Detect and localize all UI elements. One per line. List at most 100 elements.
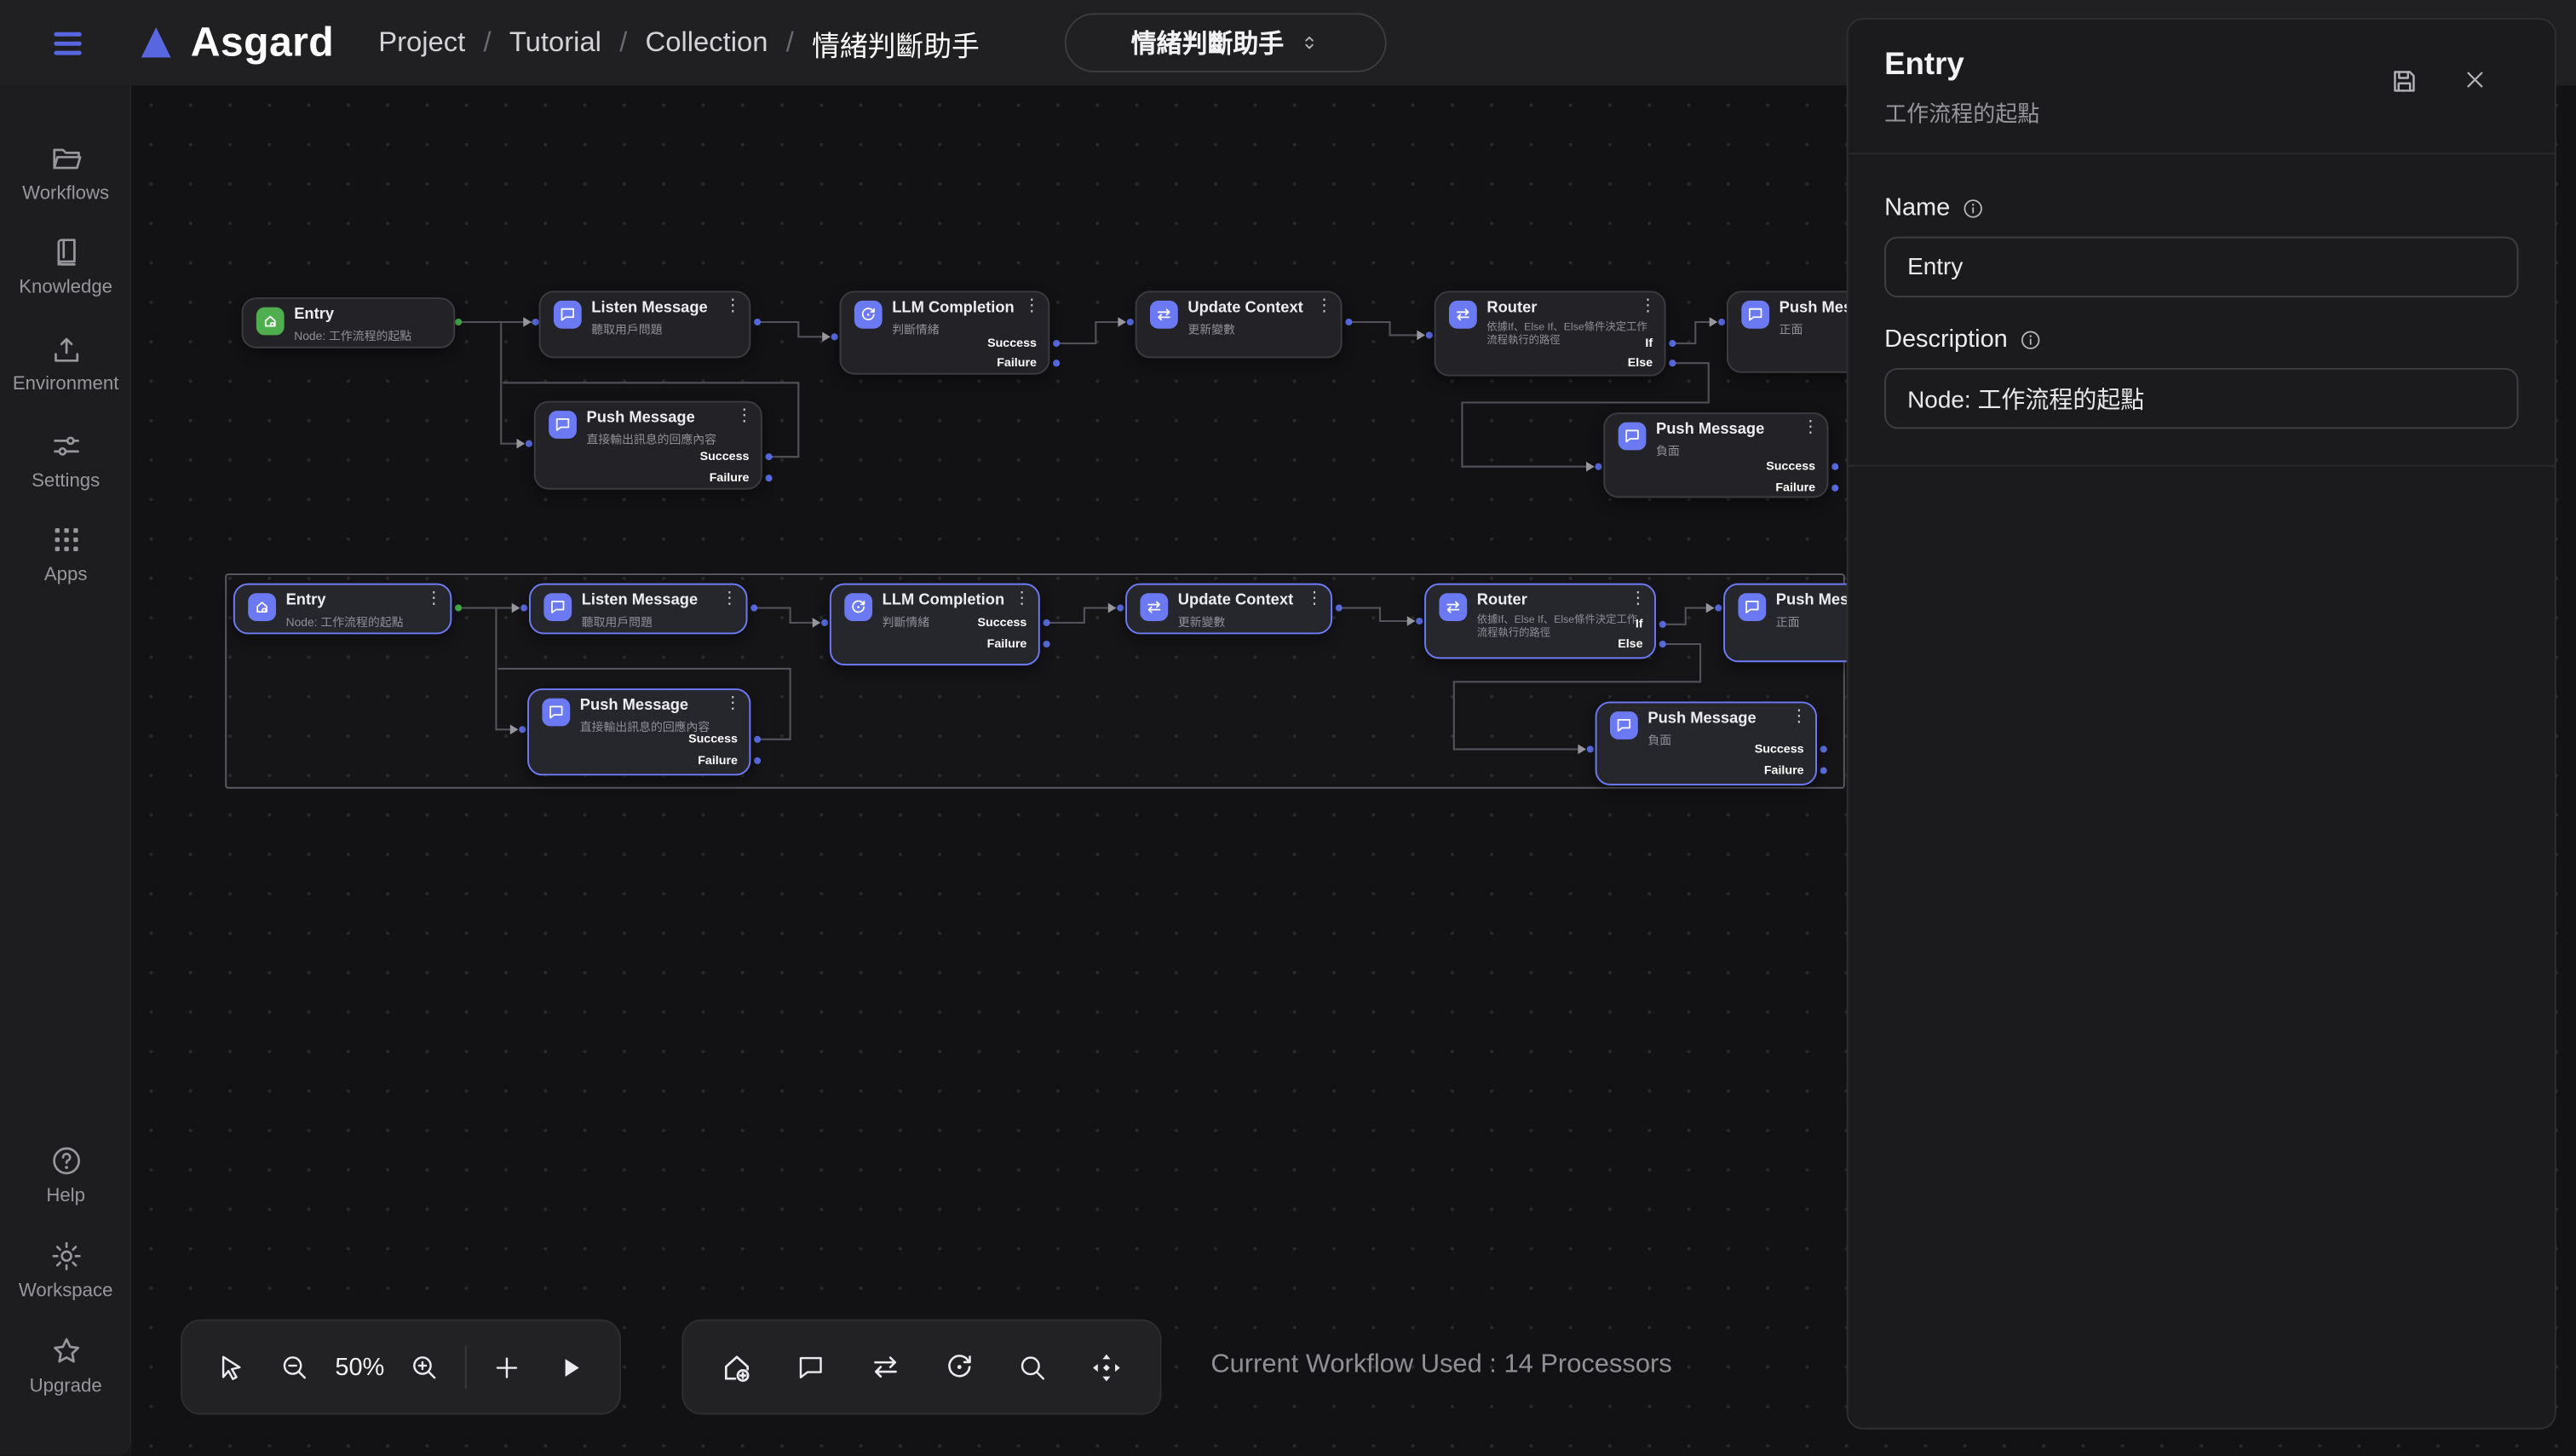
node-menu-icon[interactable]: ⋮ [1791,708,1807,726]
node-menu-icon[interactable]: ⋮ [1306,590,1322,607]
breadcrumb: Project/Tutorial/Collection/情緒判斷助手 [378,22,980,63]
workflow-node-llm-completion-b[interactable]: LLM Completion判斷情緒⋮SuccessFailure [830,584,1040,665]
add-button[interactable] [482,1339,532,1396]
zoom-in-button[interactable] [400,1339,450,1396]
menu-icon[interactable] [49,24,87,61]
move-icon[interactable] [1082,1339,1131,1396]
swap-node-icon [1439,593,1467,621]
logo-triangle-icon[interactable] [136,23,175,62]
node-subtitle: 聽取用戶問題 [582,613,653,630]
node-menu-icon[interactable]: ⋮ [1316,297,1332,315]
node-menu-icon[interactable]: ⋮ [724,297,740,315]
node-menu-icon[interactable]: ⋮ [1640,297,1656,315]
node-subtitle: 更新變數 [1187,321,1234,337]
workflow-node-entry-a[interactable]: EntryNode: 工作流程的起點 [241,297,455,348]
workflow-node-listen-message-a[interactable]: Listen Message聽取用戶問題⋮ [539,291,751,358]
workflow-node-router-b[interactable]: Router依據If、Else If、Else條件決定工作流程執行的路徑⋮IfE… [1424,584,1656,659]
book-icon [0,235,131,269]
node-subtitle: 負面 [1647,732,1671,748]
sidebar-item-settings[interactable]: Settings [0,429,131,491]
node-title: LLM Completion [892,299,1014,317]
node-menu-icon[interactable]: ⋮ [724,695,740,713]
workflow-node-router-a[interactable]: Router依據If、Else If、Else條件決定工作流程執行的路徑⋮IfE… [1435,291,1666,376]
node-menu-icon[interactable]: ⋮ [1023,297,1039,315]
port-label-if: If [1636,616,1643,630]
name-field-label: Name [1884,194,2518,222]
node-title: Entry [286,591,326,609]
close-icon[interactable] [2461,66,2489,94]
node-subtitle: 聽取用戶問題 [591,321,662,337]
workflow-selector[interactable]: 情緒判斷助手 [1065,13,1387,72]
sidebar-item-label: Workspace [0,1281,131,1301]
port-label-failure: Failure [698,752,738,767]
sidebar-item-upgrade[interactable]: Upgrade [0,1334,131,1396]
workflow-node-push-message-b1[interactable]: Push Message直接輸出訊息的回應內容⋮SuccessFailure [527,688,750,775]
selector-updown-icon [1297,32,1320,55]
save-icon[interactable] [2389,66,2420,97]
bubble-node-icon [1619,423,1647,451]
port-label-failure: Failure [1775,480,1815,494]
llm-cycle-icon[interactable] [934,1339,983,1396]
sliders-icon [0,429,131,463]
node-menu-icon[interactable]: ⋮ [425,590,441,607]
description-input[interactable] [1884,368,2518,429]
node-subtitle: 判斷情緒 [883,613,929,630]
breadcrumb-separator: / [786,26,794,60]
sidebar-item-workspace[interactable]: Workspace [0,1239,131,1301]
sidebar-item-label: Settings [0,471,131,491]
house-node-icon [256,308,285,336]
description-field-label: Description [1884,325,2518,354]
info-icon[interactable] [1962,196,1985,219]
cursor-tool-button[interactable] [205,1339,255,1396]
sidebar-item-workflows[interactable]: Workflows [0,141,131,204]
node-subtitle: Node: 工作流程的起點 [286,613,404,630]
breadcrumb-item[interactable]: Collection [646,26,768,60]
workflow-node-llm-completion-a[interactable]: LLM Completion判斷情緒⋮SuccessFailure [839,291,1049,374]
run-workflow-button[interactable] [547,1339,596,1396]
workflow-node-push-message-a3[interactable]: Push Message負面⋮SuccessFailure [1603,412,1828,498]
workflow-node-update-context-b[interactable]: Update Context更新變數⋮ [1125,584,1332,635]
port-label-else: Else [1618,636,1642,650]
sidebar: Workflows Knowledge Environment Settings… [0,85,131,1455]
sidebar-item-knowledge[interactable]: Knowledge [0,235,131,297]
node-tools-toolbar [681,1320,1161,1415]
sidebar-item-apps[interactable]: Apps [0,522,131,584]
canvas-controls-toolbar: 50% [181,1320,621,1415]
workflow-node-push-message-a1[interactable]: Push Message直接輸出訊息的回應內容⋮SuccessFailure [534,401,762,490]
node-menu-icon[interactable]: ⋮ [722,590,738,607]
breadcrumb-item[interactable]: Tutorial [509,26,601,60]
node-menu-icon[interactable]: ⋮ [1630,590,1646,607]
home-add-icon[interactable] [712,1339,762,1396]
workflow-node-push-message-b3[interactable]: Push Message負面⋮SuccessFailure [1596,701,1817,785]
node-menu-icon[interactable]: ⋮ [1803,419,1819,437]
workflow-node-listen-message-b[interactable]: Listen Message聽取用戶問題⋮ [529,584,747,635]
upload-icon [0,332,131,366]
node-menu-icon[interactable]: ⋮ [1014,590,1030,607]
workflow-node-entry-b[interactable]: Entry Node: 工作流程的起點 ⋮ [233,584,451,635]
port-label-failure: Failure [997,355,1037,370]
toolbar-divider [465,1345,467,1388]
folder-icon [0,141,131,176]
sidebar-item-help[interactable]: Help [0,1143,131,1206]
node-title: Push Message [1647,710,1756,728]
zoom-out-button[interactable] [270,1339,319,1396]
port-label-success: Success [1766,458,1815,473]
sidebar-item-environment[interactable]: Environment [0,332,131,394]
name-input[interactable] [1884,237,2518,297]
port-label-failure: Failure [1764,763,1804,777]
node-menu-icon[interactable]: ⋮ [736,407,752,425]
breadcrumb-item[interactable]: Project [378,26,465,60]
info-icon[interactable] [2019,328,2042,351]
swap-arrows-icon[interactable] [860,1339,910,1396]
search-icon[interactable] [1008,1339,1057,1396]
sidebar-item-label: Help [0,1186,131,1206]
breadcrumb-item[interactable]: 情緒判斷助手 [812,22,980,63]
grid-icon [0,522,131,556]
node-title: Push Message [586,409,694,427]
sidebar-item-label: Workflows [0,184,131,204]
workflow-node-update-context-a[interactable]: Update Context更新變數⋮ [1136,291,1343,358]
breadcrumb-separator: / [619,26,627,60]
app: EntryNode: 工作流程的起點Listen Message聽取用戶問題⋮P… [0,0,2576,1456]
node-subtitle: 更新變數 [1178,613,1225,630]
message-bubble-icon[interactable] [786,1339,836,1396]
